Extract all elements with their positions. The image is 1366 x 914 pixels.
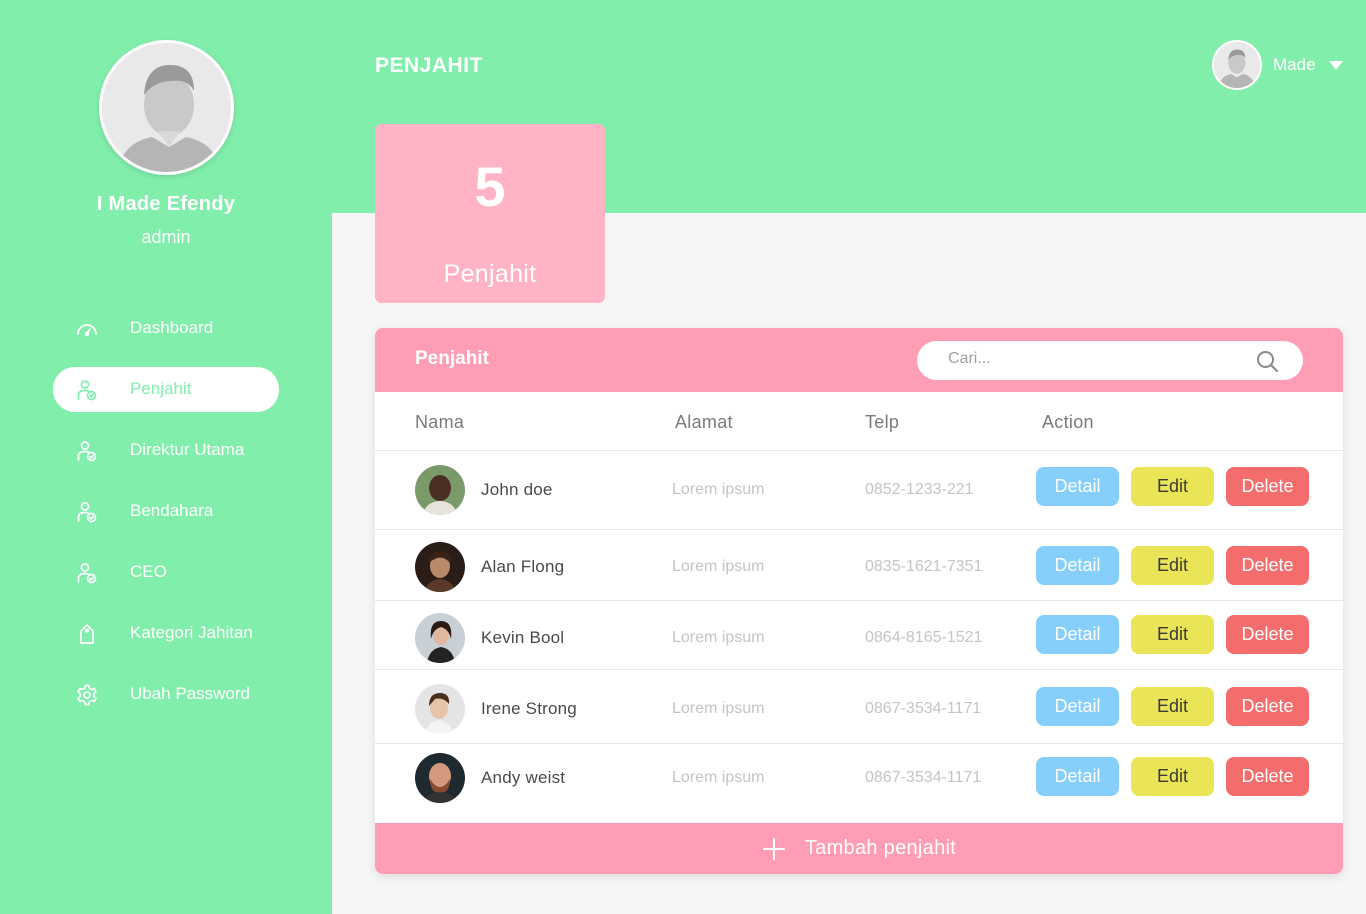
edit-button[interactable]: Edit bbox=[1131, 687, 1214, 726]
sidebar-item-direktur-utama[interactable]: Direktur Utama bbox=[53, 428, 279, 473]
sidebar-item-label: Kategori Jahitan bbox=[130, 623, 253, 642]
user-menu-label: Made bbox=[1273, 55, 1316, 74]
penjahit-table-card: Penjahit Nama Alamat Telp Action John do… bbox=[375, 328, 1343, 874]
column-header-nama: Nama bbox=[415, 412, 465, 432]
search-input[interactable] bbox=[948, 350, 1238, 368]
user-check-icon bbox=[75, 561, 99, 585]
column-header-action: Action bbox=[1042, 412, 1094, 432]
row-alamat: Lorem ipsum bbox=[672, 481, 765, 498]
sidebar-item-label: Direktur Utama bbox=[130, 440, 245, 459]
gauge-icon bbox=[75, 317, 99, 341]
row-telp: 0867-3534-1171 bbox=[865, 769, 982, 786]
sidebar-item-kategori-jahitan[interactable]: Kategori Jahitan bbox=[53, 611, 279, 656]
table-body-top bbox=[375, 392, 1343, 412]
tag-icon bbox=[75, 622, 99, 646]
sidebar-item-penjahit[interactable]: Penjahit bbox=[53, 367, 279, 412]
sidebar-item-label: CEO bbox=[130, 562, 167, 581]
divider bbox=[375, 669, 1343, 670]
sidebar: I Made Efendy admin Dashboard Penjahit D… bbox=[0, 0, 332, 914]
user-check-icon bbox=[75, 378, 99, 402]
table-title: Penjahit bbox=[415, 348, 489, 369]
sidebar-item-bendahara[interactable]: Bendahara bbox=[53, 489, 279, 534]
row-telp: 0835-1621-7351 bbox=[865, 558, 983, 575]
table-header-bar: Penjahit bbox=[375, 328, 1343, 392]
user-menu[interactable]: Made bbox=[1212, 40, 1343, 90]
detail-button[interactable]: Detail bbox=[1036, 467, 1119, 506]
sidebar-item-label: Penjahit bbox=[130, 379, 192, 398]
row-telp: 0864-8165-1521 bbox=[865, 629, 983, 646]
edit-button[interactable]: Edit bbox=[1131, 467, 1214, 506]
row-name: Kevin Bool bbox=[481, 628, 565, 647]
row-telp: 0852-1233-221 bbox=[865, 481, 974, 498]
page-title: PENJAHIT bbox=[375, 54, 483, 77]
stat-value: 5 bbox=[474, 155, 506, 218]
divider bbox=[375, 450, 1343, 451]
detail-button[interactable]: Detail bbox=[1036, 757, 1119, 796]
sidebar-item-label: Dashboard bbox=[130, 318, 214, 337]
divider bbox=[375, 600, 1343, 601]
sidebar-item-label: Ubah Password bbox=[130, 684, 251, 703]
avatar bbox=[415, 684, 465, 734]
detail-button[interactable]: Detail bbox=[1036, 546, 1119, 585]
divider bbox=[375, 743, 1343, 744]
row-name: Alan Flong bbox=[481, 557, 565, 576]
sidebar-item-ceo[interactable]: CEO bbox=[53, 550, 279, 595]
avatar bbox=[1212, 40, 1262, 90]
column-header-telp: Telp bbox=[865, 412, 900, 432]
row-name: John doe bbox=[481, 480, 553, 499]
delete-button[interactable]: Delete bbox=[1226, 615, 1309, 654]
delete-button[interactable]: Delete bbox=[1226, 467, 1309, 506]
column-header-alamat: Alamat bbox=[675, 412, 733, 432]
row-alamat: Lorem ipsum bbox=[672, 629, 765, 646]
divider bbox=[375, 529, 1343, 530]
delete-button[interactable]: Delete bbox=[1226, 757, 1309, 796]
detail-button[interactable]: Detail bbox=[1036, 687, 1119, 726]
avatar bbox=[415, 613, 465, 663]
chevron-down-icon bbox=[1328, 60, 1343, 70]
row-alamat: Lorem ipsum bbox=[672, 769, 765, 786]
avatar bbox=[415, 542, 465, 592]
profile-avatar bbox=[99, 40, 234, 175]
edit-button[interactable]: Edit bbox=[1131, 546, 1214, 585]
avatar bbox=[415, 753, 465, 803]
gear-icon bbox=[75, 683, 99, 707]
sidebar-item-label: Bendahara bbox=[130, 501, 214, 520]
avatar bbox=[415, 465, 465, 515]
profile-name: I Made Efendy bbox=[96, 193, 236, 215]
stat-card-penjahit: 5 Penjahit bbox=[375, 124, 605, 303]
sidebar-item-dashboard[interactable]: Dashboard bbox=[53, 306, 279, 351]
row-telp: 0867-3534-1171 bbox=[865, 700, 982, 717]
row-alamat: Lorem ipsum bbox=[672, 558, 765, 575]
stat-label: Penjahit bbox=[443, 260, 537, 288]
detail-button[interactable]: Detail bbox=[1036, 615, 1119, 654]
delete-button[interactable]: Delete bbox=[1226, 687, 1309, 726]
row-name: Irene Strong bbox=[481, 699, 577, 718]
user-check-icon bbox=[75, 439, 99, 463]
plus-icon bbox=[762, 837, 786, 861]
edit-button[interactable]: Edit bbox=[1131, 757, 1214, 796]
delete-button[interactable]: Delete bbox=[1226, 546, 1309, 585]
user-check-icon bbox=[75, 500, 99, 524]
search-icon[interactable] bbox=[1255, 349, 1279, 373]
add-penjahit-button[interactable]: Tambah penjahit bbox=[375, 823, 1343, 874]
search-box bbox=[917, 341, 1303, 380]
edit-button[interactable]: Edit bbox=[1131, 615, 1214, 654]
add-penjahit-label: Tambah penjahit bbox=[804, 837, 957, 859]
row-alamat: Lorem ipsum bbox=[672, 700, 765, 717]
sidebar-item-ubah-password[interactable]: Ubah Password bbox=[53, 672, 279, 717]
profile-role: admin bbox=[141, 227, 191, 247]
row-name: Andy weist bbox=[481, 768, 566, 787]
